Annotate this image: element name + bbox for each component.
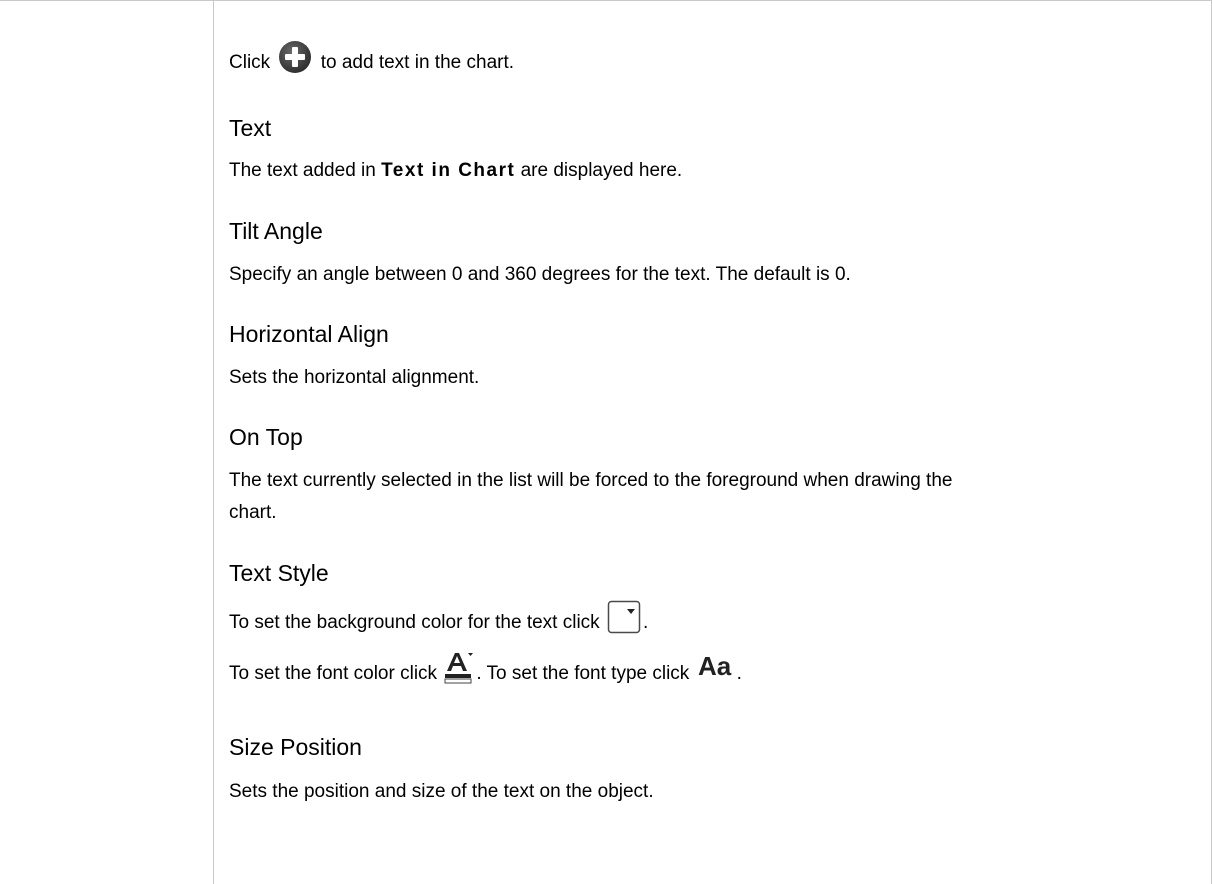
section-heading-text: Text xyxy=(229,115,272,141)
section-body-horizontal-align: Sets the horizontal alignment. xyxy=(229,367,480,388)
intro-line: Click to add text in the chart. xyxy=(229,41,515,81)
add-circle-icon[interactable] xyxy=(277,39,313,75)
section-heading-tilt-angle: Tilt Angle xyxy=(229,218,323,244)
text-style-line1-period: . xyxy=(642,612,649,634)
text-body-bold: Text in Chart xyxy=(381,160,516,181)
section-heading-horizontal-align: Horizontal Align xyxy=(229,321,389,347)
section-body-text: The text added in Text in Chart are disp… xyxy=(229,156,682,185)
section-body-on-top-line1: The text currently selected in the list … xyxy=(229,470,953,491)
text-style-line2-part2: . To set the font type click xyxy=(476,663,690,685)
help-table: Click to add text in the chart. Text The… xyxy=(0,0,1212,884)
text-body-before: The text added in xyxy=(229,160,376,181)
section-body-on-top-line2: chart. xyxy=(229,502,277,523)
text-style-line1: To set the background color for the text… xyxy=(229,600,649,640)
text-body-after: are displayed here. xyxy=(520,160,683,181)
color-dropdown-icon[interactable] xyxy=(607,600,641,634)
text-style-line2: To set the font color click . To set the… xyxy=(229,651,742,691)
left-column xyxy=(0,1,214,884)
right-column: Click to add text in the chart. Text The… xyxy=(215,1,1212,884)
section-heading-text-style: Text Style xyxy=(229,560,329,586)
text-style-line2-part3: . xyxy=(736,663,742,685)
font-type-icon[interactable]: Aa xyxy=(697,651,735,681)
section-heading-size-position: Size Position xyxy=(229,734,362,760)
text-style-line2-part1: To set the font color click xyxy=(229,663,438,685)
text-style-line1-text: To set the background color for the text… xyxy=(229,612,600,634)
font-type-icon-label: Aa xyxy=(698,651,732,681)
intro-text-before: Click xyxy=(229,52,271,74)
section-body-size-position: Sets the position and size of the text o… xyxy=(229,781,654,802)
section-heading-on-top: On Top xyxy=(229,424,303,450)
section-body-tilt-angle: Specify an angle between 0 and 360 degre… xyxy=(229,264,851,285)
font-color-icon[interactable] xyxy=(444,651,474,685)
intro-text-after: to add text in the chart. xyxy=(320,52,515,74)
